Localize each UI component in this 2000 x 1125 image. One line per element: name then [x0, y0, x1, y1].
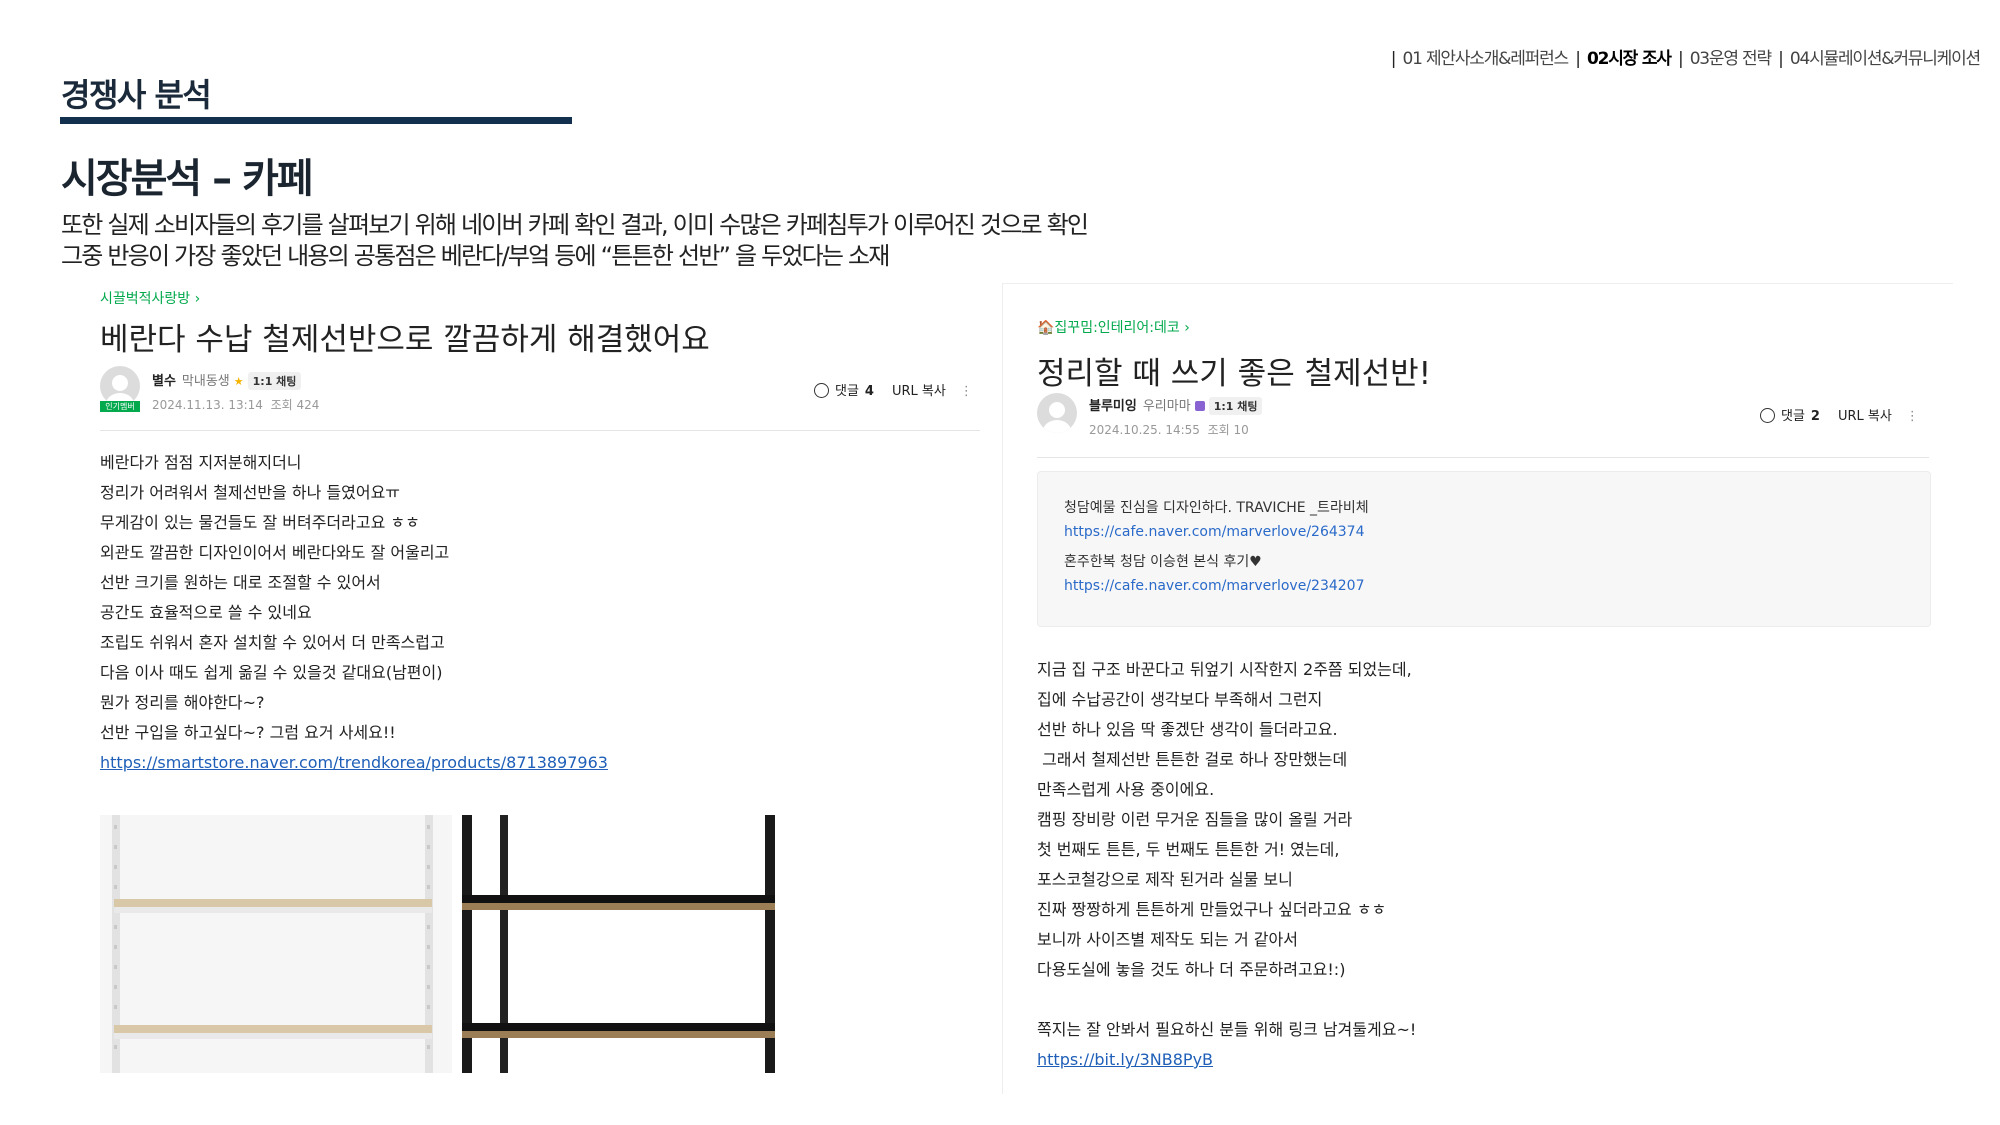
section-title: 경쟁사 분석: [61, 76, 212, 114]
url-copy-button[interactable]: URL 복사: [892, 384, 946, 399]
description: 또한 실제 소비자들의 후기를 살펴보기 위해 네이버 카페 확인 결과, 이미…: [61, 210, 1089, 272]
comment-count: 4: [864, 384, 874, 399]
body-line: 첫 번째도 튼튼, 두 번째도 튼튼한 거! 였는데,: [1037, 840, 1340, 859]
body-line: 뭔가 정리를 해야한다~?: [100, 693, 265, 712]
post-actions: 댓글 2 URL 복사 ⋮: [1760, 405, 1919, 424]
comment-icon[interactable]: [1760, 408, 1775, 423]
post-meta: 2024.11.13. 13:14 조회 424: [152, 396, 319, 413]
post-actions: 댓글 4 URL 복사 ⋮: [814, 380, 973, 399]
post-body: 베란다가 점점 지저분해지더니 정리가 어려워서 철제선반을 하나 들였어요ㅠ …: [100, 448, 608, 778]
url-copy-button[interactable]: URL 복사: [1838, 409, 1892, 424]
description-line: 그중 반응이 가장 좋았던 내용의 공통점은 베란다/부엌 등에 “튼튼한 선반…: [61, 242, 890, 270]
chat-button[interactable]: 1:1 채팅: [1208, 397, 1263, 415]
nav-item-company[interactable]: 01 제안사소개&레퍼런스: [1403, 49, 1570, 69]
post-date: 2024.11.13. 13:14: [152, 398, 263, 412]
nav-item-strategy[interactable]: 03운영 전략: [1690, 49, 1772, 69]
divider: [100, 430, 980, 431]
star-icon: ★: [233, 375, 244, 388]
post-date: 2024.10.25. 14:55: [1089, 423, 1200, 437]
page-title: 시장분석 – 카페: [61, 156, 314, 202]
cafe-post-iron-shelf: 🏠집꾸밈:인테리어:데코 정리할 때 쓰기 좋은 철제선반! 블루미잉 우리마마 1…: [1002, 283, 1953, 1094]
black-shelf-drawing: [462, 815, 775, 1073]
author-name[interactable]: 별수: [152, 374, 176, 389]
divider: [1037, 457, 1929, 458]
post-title: 베란다 수납 철제선반으로 깔끔하게 해결했어요: [100, 322, 710, 358]
avatar[interactable]: [1037, 393, 1077, 433]
body-line: 다음 이사 때도 쉽게 옮길 수 있을것 같대요(남편이): [100, 663, 443, 682]
post-body: 지금 집 구조 바꾼다고 뒤엎기 시작한지 2주쯤 되었는데, 집에 수납공간이…: [1037, 655, 1416, 1075]
comment-count: 2: [1810, 409, 1820, 424]
avatar[interactable]: [100, 366, 140, 406]
body-line: 만족스럽게 사용 중이에요.: [1037, 780, 1215, 799]
body-line: 외관도 깔끔한 디자인이어서 베란다와도 잘 어울리고: [100, 543, 450, 562]
chat-button[interactable]: 1:1 채팅: [247, 372, 302, 390]
body-line: 포스코철강으로 제작 된거라 실물 보니: [1037, 870, 1293, 889]
body-line: 정리가 어려워서 철제선반을 하나 들였어요ㅠ: [100, 483, 401, 502]
body-line: 공간도 효율적으로 쓸 수 있네요: [100, 603, 312, 622]
top-navigation: | 01 제안사소개&레퍼런스 | 02시장 조사 | 03운영 전략 | 04…: [1390, 49, 1981, 69]
nav-item-simulation[interactable]: 04시뮬레이션&커뮤니케이션: [1790, 49, 1981, 69]
author-info: 블루미잉 우리마마 1:1 채팅: [1089, 395, 1263, 415]
body-line: 선반 하나 있음 딱 좋겠단 생각이 들더라고요.: [1037, 720, 1338, 739]
grade-icon: [1194, 401, 1205, 411]
body-line: 캠핑 장비랑 이런 무거운 짐들을 많이 올릴 거라: [1037, 810, 1353, 829]
body-line: 조립도 쉬워서 혼자 설치할 수 있어서 더 만족스럽고: [100, 633, 445, 652]
more-icon[interactable]: ⋮: [960, 384, 973, 399]
post-meta: 2024.10.25. 14:55 조회 10: [1089, 421, 1249, 438]
view-count: 조회 10: [1207, 423, 1249, 437]
quote-link[interactable]: https://cafe.naver.com/marverlove/234207: [1064, 578, 1364, 594]
quote-link[interactable]: https://cafe.naver.com/marverlove/264374: [1064, 524, 1364, 540]
white-shelf-drawing: [112, 815, 433, 1073]
body-line: 다용도실에 놓을 것도 하나 더 주문하려고요!:): [1037, 960, 1346, 979]
board-link[interactable]: 시끌벅적사랑방: [100, 288, 990, 308]
body-line: 그래서 철제선반 튼튼한 걸로 하나 장만했는데: [1037, 750, 1348, 769]
body-line: 지금 집 구조 바꾼다고 뒤엎기 시작한지 2주쯤 되었는데,: [1037, 660, 1412, 679]
body-line: 쪽지는 잘 안봐서 필요하신 분들 위해 링크 남겨둘게요~!: [1037, 1020, 1417, 1039]
body-line: 집에 수납공간이 생각보다 부족해서 그런지: [1037, 690, 1323, 709]
view-count: 조회 424: [270, 398, 320, 412]
member-grade: 우리마마: [1142, 399, 1191, 414]
quote-line: 혼주한복 청담 이승현 본식 후기♥: [1064, 554, 1262, 570]
nav-item-market-research[interactable]: 02시장 조사: [1587, 49, 1672, 69]
author-info: 별수 막내동생 ★ 1:1 채팅: [152, 370, 302, 390]
body-line: 진짜 짱짱하게 튼튼하게 만들었구나 싶더라고요 ㅎㅎ: [1037, 900, 1387, 919]
more-icon[interactable]: ⋮: [1906, 409, 1919, 424]
comments-label[interactable]: 댓글: [1781, 409, 1805, 424]
quote-box: 청담예물 진심을 디자인하다. TRAVICHE _트라비체 https://c…: [1037, 471, 1931, 627]
title-underline: [60, 117, 572, 124]
body-line: 보니까 사이즈별 제작도 되는 거 같아서: [1037, 930, 1298, 949]
body-line: 무게감이 있는 물건들도 잘 버텨주더라고요 ㅎㅎ: [100, 513, 420, 532]
body-line: 베란다가 점점 지저분해지더니: [100, 453, 302, 472]
board-link[interactable]: 🏠집꾸밈:인테리어:데코: [1037, 317, 1190, 337]
description-line: 또한 실제 소비자들의 후기를 살펴보기 위해 네이버 카페 확인 결과, 이미…: [61, 211, 1089, 239]
cafe-post-veranda: 시끌벅적사랑방 베란다 수납 철제선반으로 깔끔하게 해결했어요 인기멤버 별수…: [100, 288, 990, 1073]
comments-label[interactable]: 댓글: [835, 384, 859, 399]
member-grade: 막내동생: [181, 374, 230, 389]
product-link[interactable]: https://smartstore.naver.com/trendkorea/…: [100, 753, 608, 772]
post-title: 정리할 때 쓰기 좋은 철제선반!: [1037, 356, 1432, 392]
body-line: 선반 구입을 하고싶다~? 그럼 요거 사세요!!: [100, 723, 396, 742]
popular-member-badge: 인기멤버: [100, 401, 140, 412]
shortened-link[interactable]: https://bit.ly/3NB8PyB: [1037, 1050, 1213, 1069]
white-shelf-image: [100, 815, 452, 1073]
black-shelf-image: [460, 815, 782, 1073]
author-name[interactable]: 블루미잉: [1089, 399, 1137, 414]
comment-icon[interactable]: [814, 383, 829, 398]
body-line: 선반 크기를 원하는 대로 조절할 수 있어서: [100, 573, 381, 592]
quote-line: 청담예물 진심을 디자인하다. TRAVICHE _트라비체: [1064, 500, 1369, 516]
